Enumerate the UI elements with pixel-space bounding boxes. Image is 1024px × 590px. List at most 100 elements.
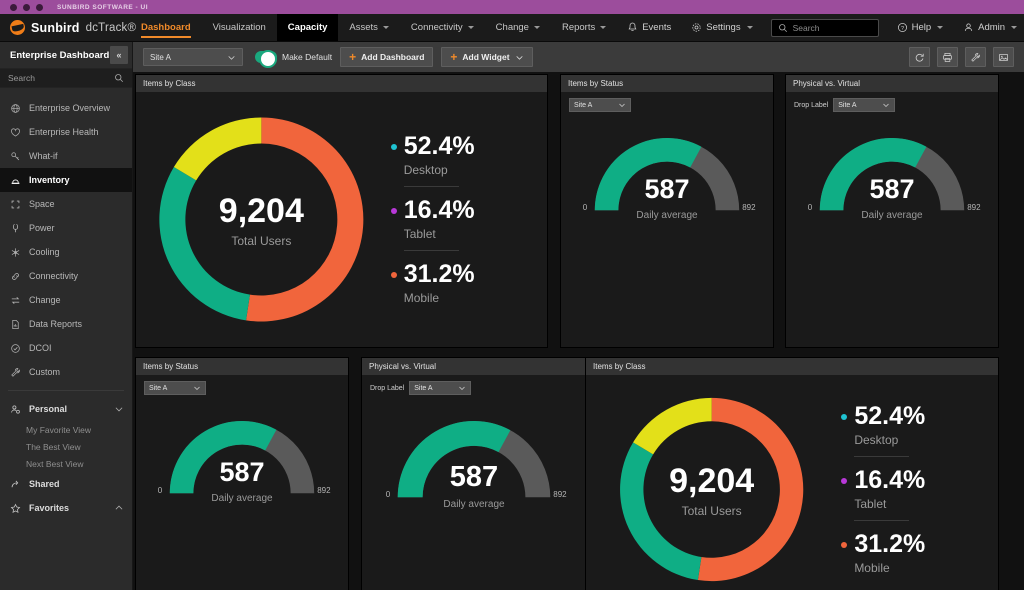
sidebar-item-connectivity[interactable]: Connectivity <box>0 264 132 288</box>
sidebar-item-inventory[interactable]: Inventory <box>0 168 132 192</box>
legend-item[interactable]: 31.2% Mobile <box>837 532 998 575</box>
site-filter-select[interactable]: Site A <box>569 98 631 112</box>
widget-items-by-status-1[interactable]: Items by Status Site A 587 Daily average… <box>560 74 774 348</box>
plus-icon: + <box>450 51 457 63</box>
image-export-button[interactable] <box>993 47 1014 67</box>
window-close-button[interactable] <box>10 4 17 11</box>
widget-items-by-class-1[interactable]: Items by Class 9,204 Total Users 52.4% D… <box>135 74 548 348</box>
nav-item-label: Capacity <box>288 22 328 33</box>
sidebar-group-label: Personal <box>29 404 67 414</box>
add-widget-button[interactable]: + Add Widget <box>441 47 532 67</box>
sidebar-item-enterprise-health[interactable]: Enterprise Health <box>0 120 132 144</box>
nav-item-change[interactable]: Change <box>485 14 551 41</box>
sidebar-item-dcoi[interactable]: DCOI <box>0 336 132 360</box>
check-circle-icon <box>10 343 21 354</box>
sidebar-collapse-button[interactable]: « <box>110 46 128 64</box>
nav-item-events[interactable]: Events <box>617 22 681 33</box>
print-button[interactable] <box>937 47 958 67</box>
gauge-max-label: 892 <box>317 486 330 495</box>
widget-items-by-status-2[interactable]: Items by Status Site A 587 Daily average… <box>135 357 349 590</box>
brand-logo[interactable]: Sunbird dcTrack® <box>0 14 130 41</box>
legend-label: Tablet <box>854 497 998 511</box>
widget-physical-vs-virtual-1[interactable]: Physical vs. VirtualDrop Label Site A 58… <box>785 74 999 348</box>
window-minimize-button[interactable] <box>23 4 30 11</box>
nav-item-visualization[interactable]: Visualization <box>202 14 277 41</box>
chevron-down-icon <box>114 404 124 414</box>
window-controls[interactable] <box>10 4 43 11</box>
legend-item[interactable]: 16.4% Tablet <box>387 198 547 251</box>
legend-value: 16.4% <box>404 198 475 223</box>
widget-body: 9,204 Total Users 52.4% Desktop 16.4% Ta… <box>136 92 547 347</box>
sidebar-item-power[interactable]: Power <box>0 216 132 240</box>
legend-item[interactable]: 31.2% Mobile <box>387 262 547 305</box>
donut-center: 9,204 Total Users <box>643 464 779 518</box>
wrench-icon <box>970 52 981 63</box>
sidebar-item-label: What-if <box>29 151 58 161</box>
sidebar-item-enterprise-overview[interactable]: Enterprise Overview <box>0 96 132 120</box>
gauge-min-label: 0 <box>583 203 587 212</box>
toggle-switch[interactable] <box>255 51 277 63</box>
widget-canvas: Items by Class 9,204 Total Users 52.4% D… <box>133 72 1024 590</box>
sidebar-item-custom[interactable]: Custom <box>0 360 132 384</box>
legend-item[interactable]: 16.4% Tablet <box>837 468 998 521</box>
gauge-chart: 587 Daily average 0 892 <box>362 395 586 590</box>
sidebar-divider <box>8 390 124 391</box>
site-filter-value: Site A <box>574 102 592 109</box>
nav-item-capacity[interactable]: Capacity <box>277 14 339 41</box>
site-filter-value: Site A <box>414 385 432 392</box>
nav-item-settings[interactable]: Settings <box>681 22 762 33</box>
sidebar-item-label: DCOI <box>29 343 52 353</box>
sidebar-subitem-label: My Favorite View <box>26 425 91 435</box>
site-filter-select[interactable]: Site A <box>409 381 471 395</box>
admin-menu[interactable]: Admin <box>953 22 1024 33</box>
sidebar-subitem-label: The Best View <box>26 442 81 452</box>
sidebar-subitem[interactable]: The Best View <box>0 438 132 455</box>
nav-item-assets[interactable]: Assets <box>338 14 400 41</box>
sidebar-item-data-reports[interactable]: Data Reports <box>0 312 132 336</box>
refresh-button[interactable] <box>909 47 930 67</box>
chevron-down-icon <box>458 384 466 392</box>
sidebar-item-what-if[interactable]: What-if <box>0 144 132 168</box>
sidebar-group-shared[interactable]: Shared <box>0 472 132 496</box>
sidebar-subitem[interactable]: Next Best View <box>0 455 132 472</box>
sidebar-item-space[interactable]: Space <box>0 192 132 216</box>
window-maximize-button[interactable] <box>36 4 43 11</box>
site-select[interactable]: Site A <box>143 48 243 66</box>
legend-color-dot <box>841 478 847 484</box>
chevron-down-icon <box>882 101 890 109</box>
widget-body: Drop Label Site A 587 Daily average 0 89… <box>362 375 586 590</box>
widget-title: Physical vs. Virtual <box>362 358 586 375</box>
sidebar-item-label: Power <box>29 223 55 233</box>
widget-physical-vs-virtual-2[interactable]: Physical vs. VirtualDrop Label Site A 58… <box>361 357 587 590</box>
add-dashboard-button[interactable]: + Add Dashboard <box>340 47 433 67</box>
help-menu[interactable]: ? Help <box>887 22 954 33</box>
chevron-down-icon <box>600 26 606 29</box>
sidebar-item-label: Inventory <box>29 175 70 185</box>
sidebar-group-personal[interactable]: Personal <box>0 397 132 421</box>
legend-divider <box>854 456 909 457</box>
widget-items-by-class-2[interactable]: Items by Class 9,204 Total Users 52.4% D… <box>585 357 999 590</box>
main-nav: DashboardVisualization Capacity AssetsConn… <box>130 14 617 41</box>
nav-item-reports[interactable]: Reports <box>551 14 617 41</box>
sidebar-search-placeholder: Search <box>8 73 114 83</box>
nav-item-connectivity[interactable]: Connectivity <box>400 14 485 41</box>
legend-item[interactable]: 52.4% Desktop <box>837 404 998 457</box>
sidebar-item-change[interactable]: Change <box>0 288 132 312</box>
sidebar-group-favorites[interactable]: Favorites <box>0 496 132 520</box>
sidebar-subitem[interactable]: My Favorite View <box>0 421 132 438</box>
site-filter-select[interactable]: Site A <box>833 98 895 112</box>
nav-item-dashboard[interactable]: Dashboard <box>130 14 202 41</box>
global-search-input[interactable]: Search <box>771 19 879 37</box>
toolbar-icon-group <box>909 47 1014 67</box>
widget-title: Items by Status <box>561 75 773 92</box>
app-body: Enterprise Dashboard « Search Enterprise… <box>0 42 1024 590</box>
edit-button[interactable] <box>965 47 986 67</box>
sidebar-item-cooling[interactable]: Cooling <box>0 240 132 264</box>
sidebar-nav-list: Enterprise OverviewEnterprise Health What… <box>0 88 132 590</box>
sidebar-search-input[interactable]: Search <box>0 68 132 88</box>
legend-value: 31.2% <box>854 532 925 557</box>
widget-title: Items by Status <box>136 358 348 375</box>
make-default-toggle[interactable]: Make Default <box>255 51 332 63</box>
site-filter-select[interactable]: Site A <box>144 381 206 395</box>
legend-item[interactable]: 52.4% Desktop <box>387 134 547 187</box>
